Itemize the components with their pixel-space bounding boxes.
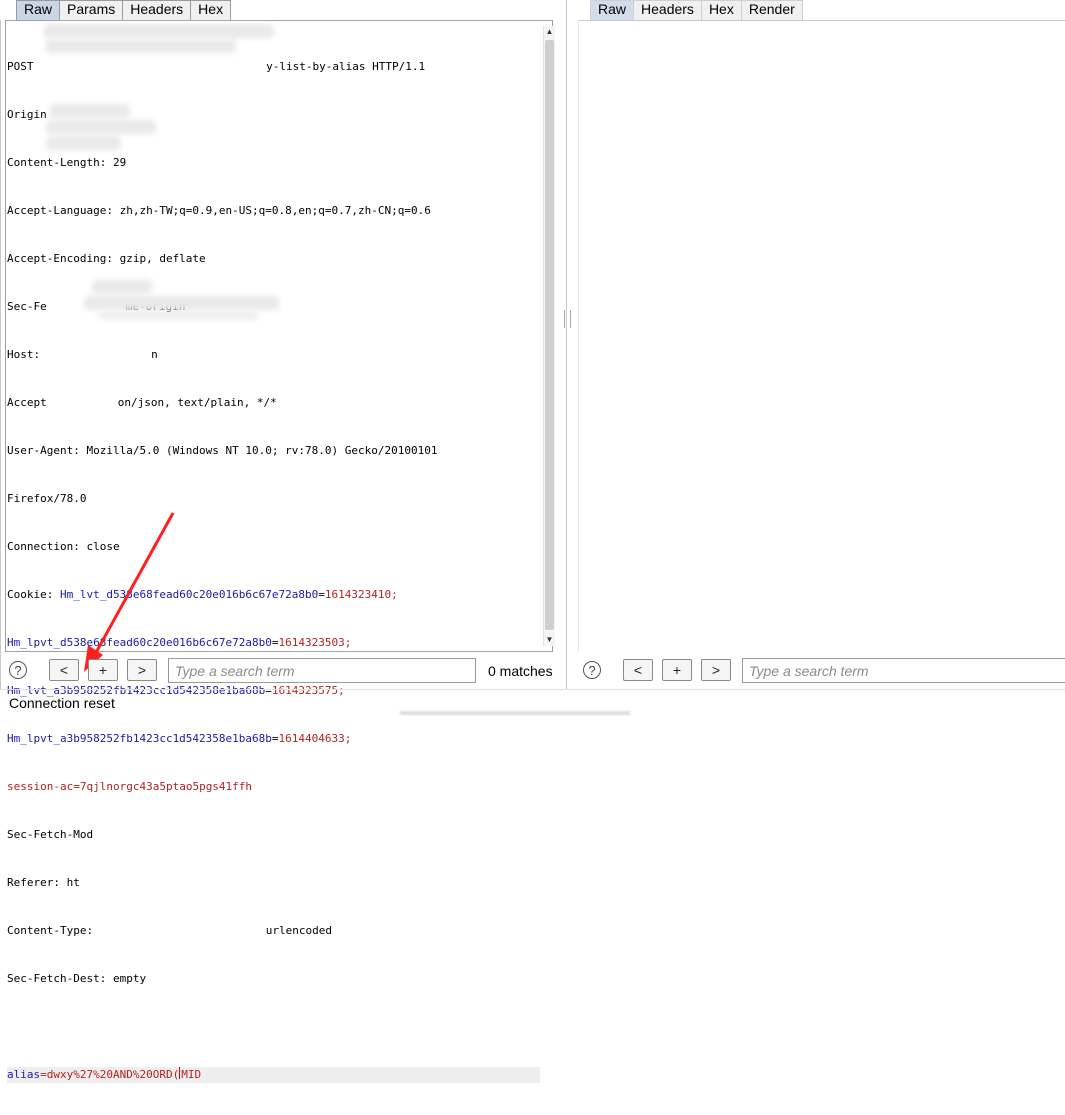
response-tabs: Raw Headers Hex Render [590, 0, 803, 20]
text-caret [179, 1067, 181, 1079]
equals-sign: = [73, 780, 80, 793]
tab-render[interactable]: Render [740, 0, 803, 20]
next-button[interactable]: > [127, 659, 157, 681]
add-button[interactable]: + [662, 659, 692, 681]
param-value: MID [181, 1068, 202, 1081]
header-line: Sec-Fetch-Mod [7, 827, 540, 843]
next-button[interactable]: > [701, 659, 731, 681]
cookie-name: Hm_lpvt_a3b958252fb1423cc1d542358e1ba68b [7, 732, 272, 745]
pane-splitter[interactable] [566, 0, 567, 690]
previous-button[interactable]: < [623, 659, 653, 681]
cookie-value: 1614404633; [278, 732, 352, 745]
arrow-shaft [91, 512, 175, 659]
tab-hex[interactable]: Hex [700, 0, 742, 20]
param-value: dwxy%27%20AND%20ORD( [46, 1068, 180, 1081]
match-count: 0 matches [488, 663, 553, 679]
header-line: Sec-Fetch-Dest: empty [7, 971, 540, 987]
cut-off-text [400, 711, 630, 715]
add-button[interactable]: + [88, 659, 118, 681]
help-icon[interactable]: ? [583, 661, 601, 679]
header-text: Sec-Fetch-Mod [7, 828, 94, 841]
response-editor[interactable] [578, 20, 579, 652]
help-icon[interactable]: ? [9, 661, 27, 679]
splitter-grip-icon[interactable] [564, 310, 571, 328]
header-text: urlencoded [265, 924, 332, 937]
cookie-value: 7qjlnorgc43a5ptao5pgs41ffh [79, 780, 253, 793]
response-editor-border [578, 20, 1065, 21]
equals-sign: = [40, 1068, 47, 1081]
tab-headers[interactable]: Headers [633, 0, 702, 20]
header-text: Referer: ht [7, 876, 80, 889]
header-line: Referer: ht [7, 875, 540, 891]
header-line: Content-Type: urlencoded [7, 923, 540, 939]
annotation-arrow [84, 512, 175, 672]
cookie-line: Hm_lpvt_a3b958252fb1423cc1d542358e1ba68b… [7, 731, 540, 747]
cookie-name: session-ac [7, 780, 74, 793]
header-text: Content-Type: [7, 924, 100, 937]
search-input[interactable] [742, 658, 1065, 683]
status-text: Connection reset [9, 695, 115, 711]
search-input[interactable] [168, 658, 476, 683]
cookie-line: session-ac=7qjlnorgc43a5ptao5pgs41ffh [7, 779, 540, 795]
equals-sign: = [271, 732, 279, 745]
param-name: alias [7, 1068, 41, 1081]
status-divider [0, 689, 1065, 690]
previous-button[interactable]: < [49, 659, 79, 681]
body-line: alias=dwxy%27%20AND%20ORD(MID [7, 1067, 540, 1083]
header-text: Sec-Fetch-Dest: empty [7, 972, 147, 985]
tab-raw[interactable]: Raw [590, 0, 635, 20]
